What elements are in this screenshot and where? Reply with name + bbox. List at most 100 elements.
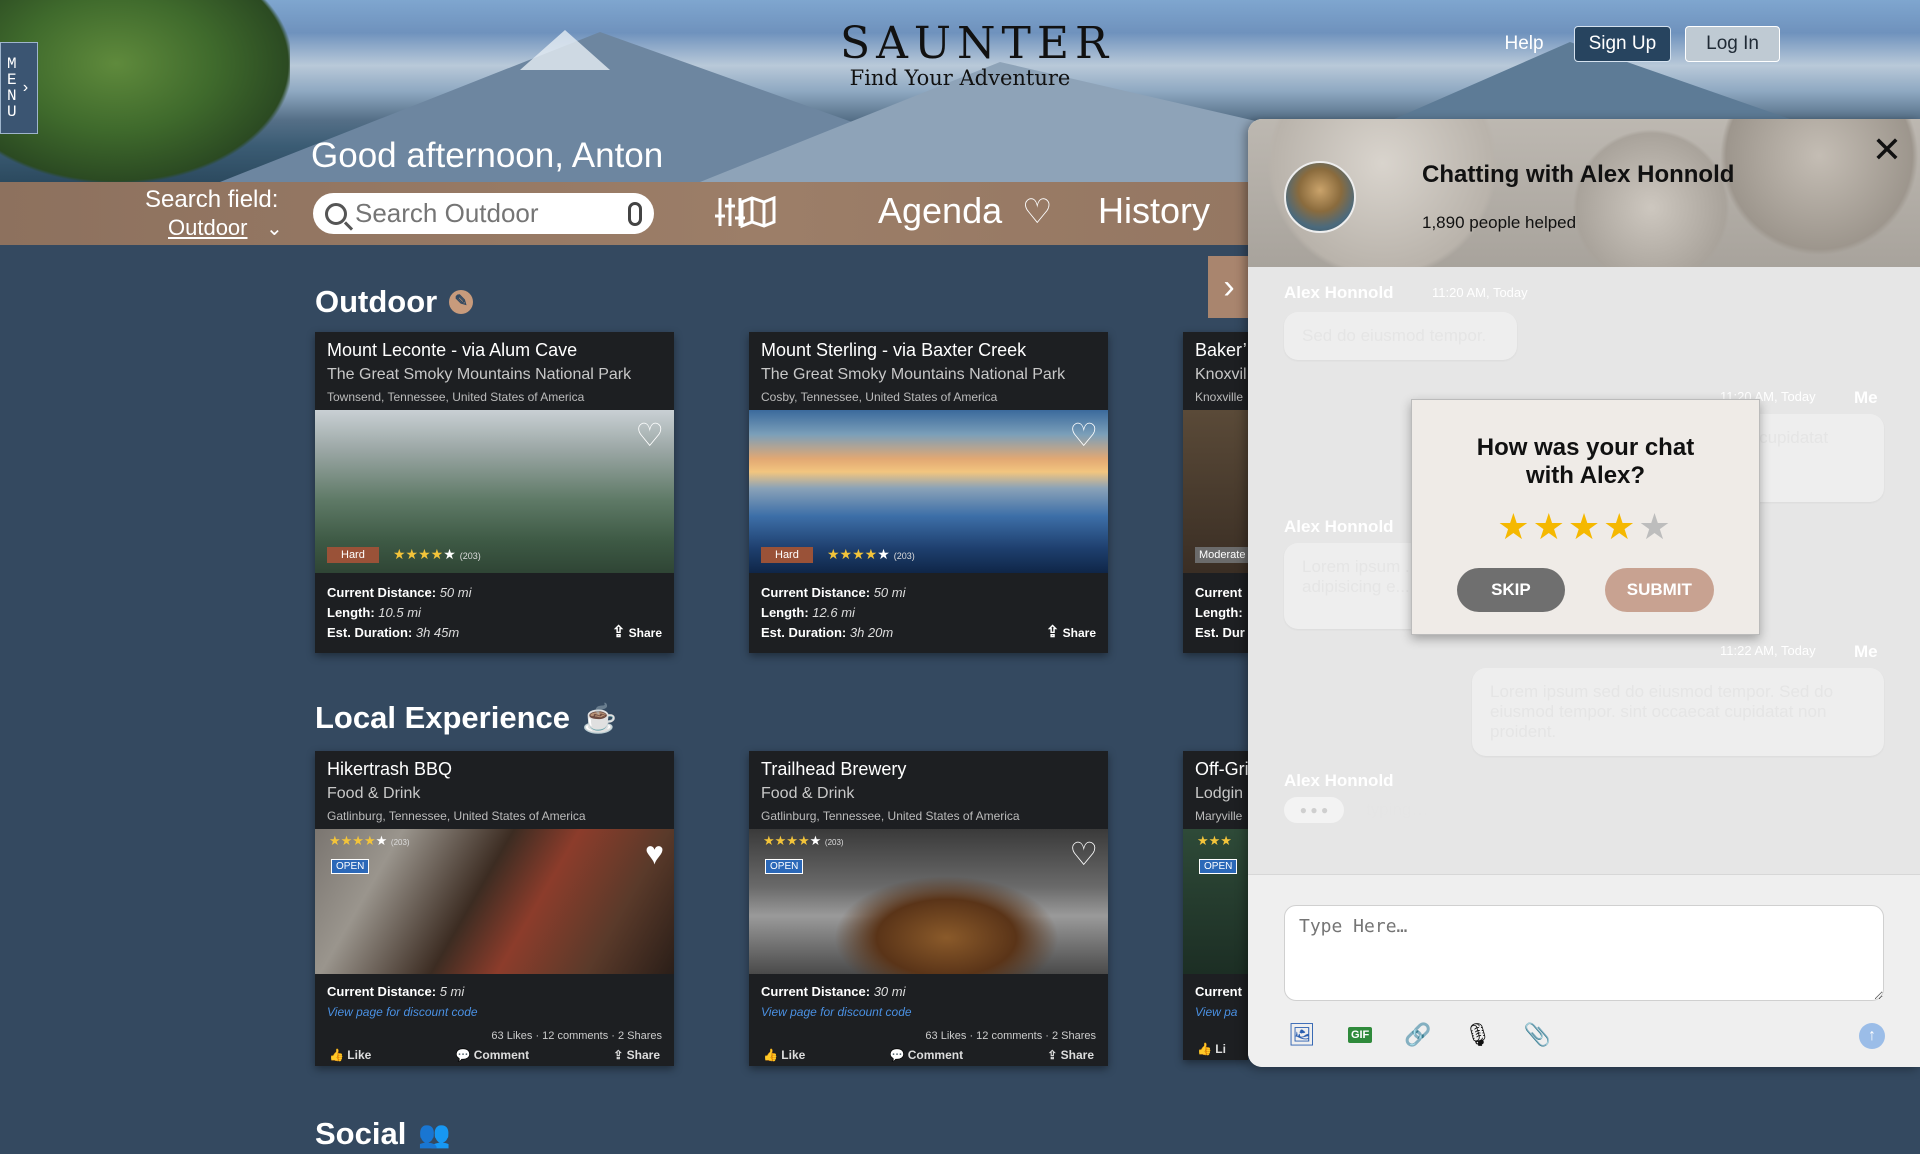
star-icon[interactable]: ★: [1638, 506, 1673, 547]
share-label: Share: [626, 1048, 660, 1062]
length-label: Length:: [1195, 605, 1243, 620]
comment-icon: 💬: [455, 1048, 471, 1062]
message-input[interactable]: [1284, 905, 1884, 1001]
like-button[interactable]: 👍 Like: [763, 1048, 805, 1062]
review-count: (203): [824, 838, 844, 847]
favorite-heart-icon[interactable]: ♥: [645, 835, 664, 872]
compass-icon: ✎: [449, 290, 474, 314]
favorite-heart-icon[interactable]: ♡: [1069, 416, 1098, 454]
share-button[interactable]: ⇪ Share: [613, 1048, 660, 1062]
microphone-icon[interactable]: 🎙: [1464, 1022, 1492, 1048]
help-link[interactable]: Help: [1504, 33, 1543, 55]
discount-link[interactable]: View page for discount code: [327, 1002, 662, 1022]
distance-label: Current Distance:: [327, 984, 437, 999]
trail-card[interactable]: Mount Sterling - via Baxter Creek The Gr…: [749, 332, 1108, 653]
card-location: Maryville: [1195, 809, 1243, 823]
brand-tagline: Find Your Adventure: [849, 66, 1071, 90]
difficulty-badge: Hard: [327, 547, 379, 563]
menu-toggle[interactable]: M E N U ›: [0, 42, 38, 134]
comment-label: Comment: [473, 1048, 530, 1062]
heart-icon[interactable]: ♡: [1022, 192, 1052, 232]
close-icon[interactable]: ✕: [1872, 129, 1902, 171]
message-time: 11:20 AM, Today: [1432, 285, 1528, 300]
rating-question-line: with Alex?: [1525, 462, 1646, 489]
map-icon[interactable]: [740, 195, 776, 236]
share-icon: ⇪: [1045, 624, 1060, 641]
history-link[interactable]: History: [1098, 190, 1210, 232]
message-bubble: Sed do eiusmod tempor.: [1284, 312, 1517, 360]
distance-value: 50 mi: [439, 585, 472, 600]
favorite-heart-icon[interactable]: ♡: [635, 416, 664, 454]
share-button[interactable]: ⇪ Share: [1046, 623, 1096, 643]
share-button[interactable]: ⇪ Share: [612, 623, 662, 643]
card-category: Food & Drink: [327, 785, 421, 802]
message-bubble: Lorem ipsum sed do eiusmod tempor. Sed d…: [1472, 668, 1884, 756]
skip-button[interactable]: SKIP: [1457, 568, 1565, 612]
trail-photo: Moderate: [1183, 410, 1248, 573]
microphone-icon[interactable]: [628, 201, 642, 226]
comment-button[interactable]: 💬 Comment: [889, 1048, 963, 1062]
share-label: Share: [1060, 1048, 1094, 1062]
duration-label: Est. Duration:: [327, 625, 413, 640]
image-gallery-icon[interactable]: 🖼: [1288, 1022, 1316, 1048]
review-count: (203): [459, 551, 481, 561]
trail-card[interactable]: Mount Leconte - via Alum Cave The Great …: [315, 332, 674, 653]
comment-icon: 💬: [889, 1048, 905, 1062]
section-title-text: Outdoor: [315, 284, 438, 319]
next-arrow-button[interactable]: ›: [1208, 256, 1250, 318]
length-value: 10.5 mi: [378, 605, 421, 620]
local-card[interactable]: Hikertrash BBQ Food & Drink Gatlinburg, …: [315, 751, 674, 1066]
section-title-outdoor: Outdoor ✎: [315, 284, 474, 320]
comment-label: Comment: [907, 1048, 964, 1062]
agenda-link[interactable]: Agenda: [878, 190, 1002, 232]
logo[interactable]: SAUNTER Find Your Adventure: [840, 22, 1108, 91]
card-park: The Great Smoky Mountains National Park: [327, 366, 632, 383]
star-rating: ★★★★★ (203): [393, 546, 481, 562]
like-label: Li: [1215, 1042, 1226, 1056]
send-button[interactable]: ↑: [1859, 1023, 1885, 1049]
like-button[interactable]: 👍 Li: [1197, 1042, 1226, 1056]
attachment-icon[interactable]: 📎: [1524, 1022, 1551, 1048]
chevron-down-icon[interactable]: ⌄: [266, 216, 283, 241]
local-card[interactable]: Trailhead Brewery Food & Drink Gatlinbur…: [749, 751, 1108, 1066]
card-title: Trailhead Brewery: [761, 759, 907, 779]
review-count: (203): [893, 551, 915, 561]
trail-card[interactable]: Baker’ Knoxvil Knoxville Moderate Curren…: [1183, 332, 1248, 653]
star-icon[interactable]: ★: [1533, 506, 1568, 547]
discount-link[interactable]: View page for discount code: [761, 1002, 1096, 1022]
card-title: Mount Sterling - via Baxter Creek: [761, 340, 1027, 360]
search-input[interactable]: [355, 198, 605, 229]
menu-letter: U: [7, 103, 17, 121]
search-box: [313, 193, 654, 234]
star-icon[interactable]: ★: [1497, 506, 1532, 547]
difficulty-badge: Moderate: [1195, 547, 1248, 563]
length-label: Length:: [761, 605, 809, 620]
star-rating-input[interactable]: ★★★★★: [1412, 506, 1759, 548]
distance-value: 50 mi: [873, 585, 906, 600]
message-sender: Alex Honnold: [1284, 771, 1394, 790]
card-location: Gatlinburg, Tennessee, United States of …: [761, 809, 1020, 823]
log-in-button[interactable]: Log In: [1685, 26, 1780, 62]
duration-value: 3h 20m: [849, 625, 894, 640]
gif-icon[interactable]: GIF: [1347, 1027, 1373, 1043]
review-count: (203): [390, 838, 410, 847]
submit-button[interactable]: SUBMIT: [1604, 568, 1714, 612]
like-label: Like: [347, 1048, 372, 1062]
engagement-stats: 63 Likes · 12 comments · 2 Shares: [925, 1030, 1096, 1042]
comment-button[interactable]: 💬 Comment: [455, 1048, 529, 1062]
message-sender-me: Me: [1854, 388, 1878, 407]
sign-up-button[interactable]: Sign Up: [1573, 26, 1672, 62]
discount-link[interactable]: View pa: [1195, 1002, 1237, 1022]
card-title: Off-Gri: [1195, 759, 1248, 779]
star-icon[interactable]: ★: [1568, 506, 1603, 547]
favorite-heart-icon[interactable]: ♡: [1069, 835, 1098, 873]
trail-photo: ♡ Hard ★★★★★ (203): [749, 410, 1108, 573]
search-field-select[interactable]: Outdoor: [168, 215, 248, 241]
link-icon[interactable]: 🔗: [1404, 1022, 1431, 1048]
star-icon[interactable]: ★: [1603, 506, 1638, 547]
local-photo: ★★★★★ (203) OPEN ♡: [749, 829, 1108, 974]
share-button[interactable]: ⇪ Share: [1047, 1048, 1094, 1062]
engagement-stats: 63 Likes · 12 comments · 2 Shares: [491, 1030, 662, 1042]
local-card[interactable]: Off-Gri Lodgin Maryville ★★★ OPEN Curren…: [1183, 751, 1248, 1060]
like-button[interactable]: 👍 Like: [329, 1048, 371, 1062]
